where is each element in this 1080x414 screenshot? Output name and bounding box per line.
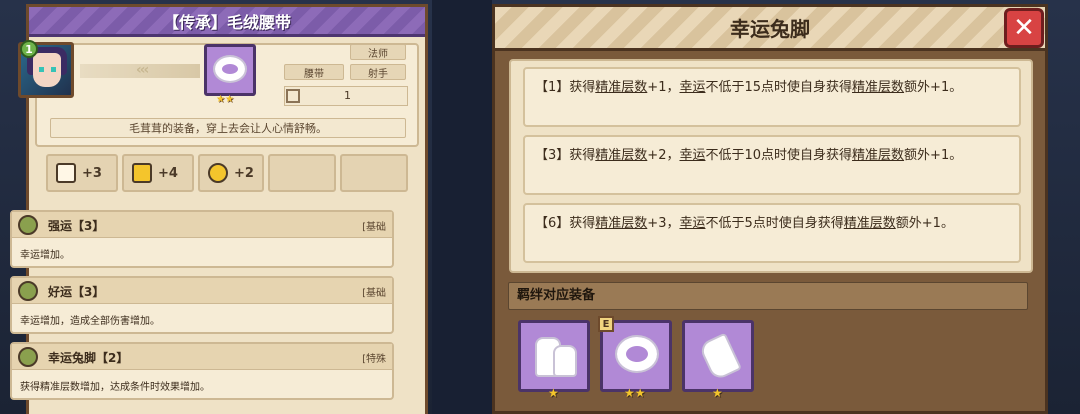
equipment-title: 【传承】毛绒腰带 [162, 12, 291, 32]
skill-name: 强运【3】 [48, 219, 105, 233]
skill-type: [特殊 [362, 354, 386, 365]
arrow-icon: ‹‹‹ [136, 62, 149, 78]
keyword-link[interactable]: 精准层数 [844, 216, 896, 231]
bond-item-glove[interactable] [682, 320, 754, 392]
stat-clock: +2 [198, 154, 264, 192]
ring-icon [215, 57, 245, 81]
keyword-link[interactable]: 精准层数 [595, 216, 647, 231]
set-bonus-list: 【1】获得精准层数+1，幸运不低于15点时使自身获得精准层数额外+1。 【3】获… [509, 59, 1033, 273]
keyword-link[interactable]: 精准层数 [852, 80, 904, 95]
shield-icon [18, 281, 38, 301]
skill-header: 好运【3】 [基础 [12, 278, 392, 304]
bond-stars-belt: ★★ [624, 386, 646, 400]
count-value: 1 [344, 89, 351, 102]
keyword-link[interactable]: 幸运 [679, 148, 705, 163]
count-icon [286, 89, 300, 103]
tier-text: +3， [647, 216, 680, 231]
keyword-link[interactable]: 精准层数 [852, 148, 904, 163]
skill-good-luck[interactable]: 好运【3】 [基础 幸运增加，造成全部伤害增加。 [10, 276, 394, 334]
equipment-description: 毛茸茸的装备，穿上去会让人心情舒畅。 [50, 118, 406, 138]
skill-name: 幸运兔脚【2】 [48, 351, 129, 365]
tier-text: 不低于15点时使自身获得 [705, 80, 853, 95]
tag-belt: 腰带 [284, 64, 344, 80]
tier-text: 【6】获得 [535, 216, 596, 231]
book-icon [56, 163, 76, 183]
bond-equipment-header: 羁绊对应装备 [508, 282, 1028, 310]
stat-value: +2 [234, 165, 254, 181]
tag-mage: 法师 [350, 44, 406, 60]
keyword-link[interactable]: 幸运 [679, 80, 705, 95]
equipped-badge: E [598, 316, 614, 332]
stat-empty-1 [268, 154, 336, 192]
skill-strong-luck[interactable]: 强运【3】 [基础 幸运增加。 [10, 210, 394, 268]
keyword-link[interactable]: 精准层数 [595, 148, 647, 163]
hero-level-badge: 1 [20, 40, 38, 58]
tier-text: +1， [647, 80, 680, 95]
set-tier-3: 【3】获得精准层数+2，幸运不低于10点时使自身获得精准层数额外+1。 [523, 135, 1021, 195]
scroll-icon [132, 163, 152, 183]
tag-archer: 射手 [350, 64, 406, 80]
item-stars: ★★ [216, 94, 234, 105]
tier-text: +2， [647, 148, 680, 163]
skill-name: 好运【3】 [48, 285, 105, 299]
bond-stars-boots: ★ [548, 386, 559, 400]
transfer-arrows: ‹‹‹ [80, 62, 200, 78]
set-tier-1: 【1】获得精准层数+1，幸运不低于15点时使自身获得精准层数额外+1。 [523, 67, 1021, 127]
close-icon: ✕ [1013, 13, 1035, 43]
tier-text: 【3】获得 [535, 148, 596, 163]
tier-text: 额外+1。 [895, 216, 954, 231]
skill-header: 幸运兔脚【2】 [特殊 [12, 344, 392, 370]
tier-text: 额外+1。 [904, 80, 963, 95]
stat-scroll: +4 [122, 154, 194, 192]
ring-icon [617, 337, 657, 371]
glove-icon [697, 332, 743, 382]
hero-face [33, 53, 61, 87]
set-title: 幸运兔脚 [730, 17, 810, 41]
skill-description: 幸运增加，造成全部伤害增加。 [20, 316, 160, 327]
keyword-link[interactable]: 幸运 [679, 216, 705, 231]
skill-lucky-rabbit-foot[interactable]: 幸运兔脚【2】 [特殊 获得精准层数增加，达成条件时效果增加。 [10, 342, 394, 400]
tier-text: 不低于10点时使自身获得 [705, 148, 853, 163]
boots-icon-2 [553, 345, 577, 377]
tier-text: 不低于5点时使自身获得 [705, 216, 844, 231]
equipment-title-bar: 【传承】毛绒腰带 [29, 7, 425, 37]
clock-icon [208, 163, 228, 183]
bond-item-boots[interactable] [518, 320, 590, 392]
tier-text: 额外+1。 [904, 148, 963, 163]
stat-book: +3 [46, 154, 118, 192]
skill-type: [基础 [362, 222, 386, 233]
hero-eye-right [51, 67, 56, 72]
keyword-link[interactable]: 精准层数 [595, 80, 647, 95]
skill-header: 强运【3】 [基础 [12, 212, 392, 238]
belt-item-icon[interactable] [204, 44, 256, 96]
skill-description: 幸运增加。 [20, 250, 70, 261]
potion-icon [18, 215, 38, 235]
target-icon [18, 347, 38, 367]
set-title-bar: 幸运兔脚 [495, 7, 1045, 51]
skill-type: [基础 [362, 288, 386, 299]
close-button[interactable]: ✕ [1004, 8, 1044, 48]
stat-value: +3 [82, 165, 102, 181]
set-tier-6: 【6】获得精准层数+3，幸运不低于5点时使自身获得精准层数额外+1。 [523, 203, 1021, 263]
hero-eye-left [39, 67, 44, 72]
skill-description: 获得精准层数增加，达成条件时效果增加。 [20, 382, 210, 393]
bond-stars-glove: ★ [712, 386, 723, 400]
stat-value: +4 [158, 165, 178, 181]
tier-text: 【1】获得 [535, 80, 596, 95]
background-gap [432, 0, 492, 414]
stat-empty-2 [340, 154, 408, 192]
